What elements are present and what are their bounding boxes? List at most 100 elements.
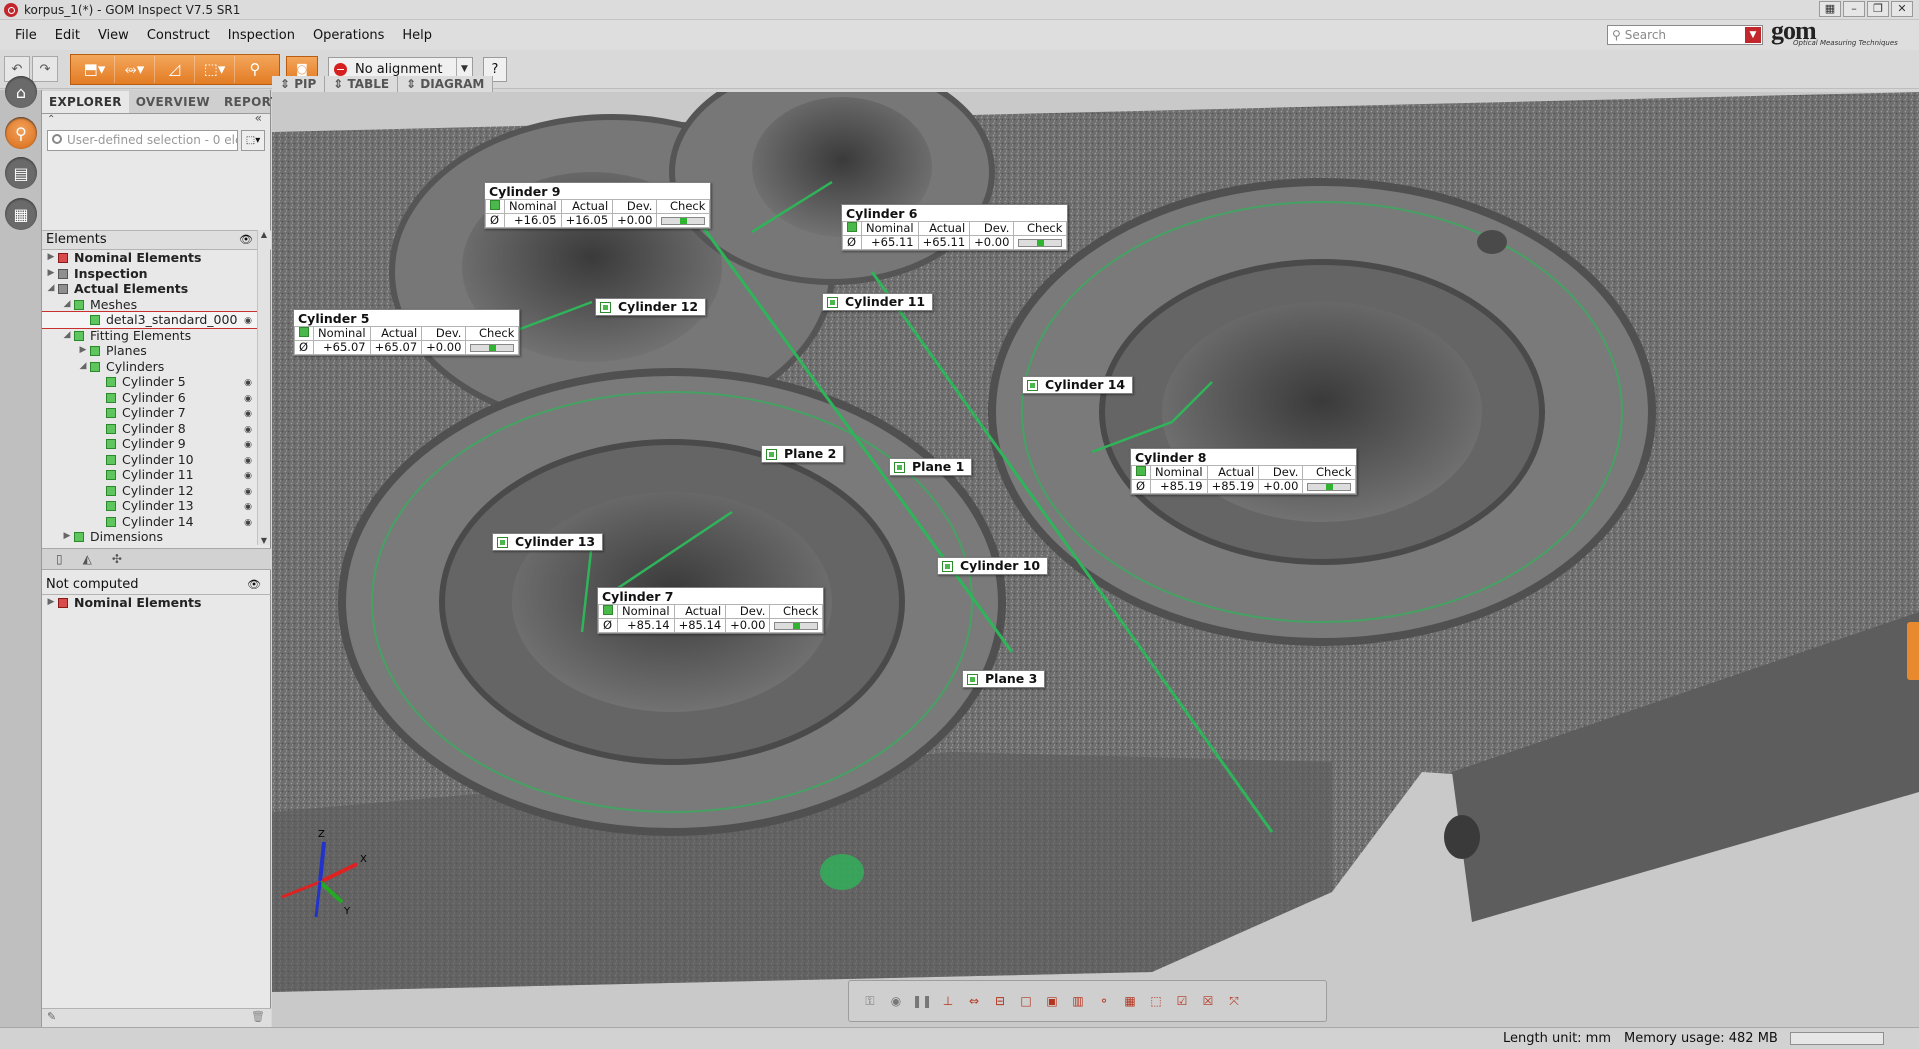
selection-input[interactable]: User-defined selection - 0 elements (47, 130, 238, 151)
restore-button[interactable]: ❐ (1867, 1, 1889, 17)
tree-item-nominal-elements[interactable]: ▶ Nominal Elements (42, 250, 258, 266)
tab-table[interactable]: ⇕ TABLE (325, 76, 399, 92)
search-input[interactable]: ⚲ Search ▼ (1607, 25, 1763, 45)
eye-icon[interactable]: ◉ (242, 392, 254, 404)
menu-operations[interactable]: Operations (304, 28, 393, 43)
layout-icon[interactable]: ▦ (1819, 1, 1841, 17)
tree-item-cylinder-10[interactable]: Cylinder 10 ◉ (42, 452, 258, 468)
eye-icon[interactable]: ◉ (242, 469, 254, 481)
scroll-up-icon[interactable]: ▲ (258, 230, 270, 239)
tree-item-planes[interactable]: ▶ Planes (42, 343, 258, 359)
3d-viewport[interactable]: X Z Y Cylinder 9 Nominal Actual Dev. Check … (272, 92, 1919, 1027)
tree-item-cylinder-13[interactable]: Cylinder 13 ◉ (42, 498, 258, 514)
tree-item-actual-elements[interactable]: ◢ Actual Elements (42, 281, 258, 297)
selection-menu-button[interactable]: ⬚▾ (241, 130, 265, 151)
eye-icon[interactable]: ◉ (242, 423, 254, 435)
tag-cylinder-10[interactable]: Cylinder 10 (937, 557, 1049, 575)
grid-icon[interactable]: ▥ (1067, 990, 1089, 1012)
expand-icon[interactable]: ◢ (78, 359, 88, 375)
scroll-down-icon[interactable]: ▼ (258, 536, 270, 545)
check-icon[interactable]: ☑ (1171, 990, 1193, 1012)
tree-item-detal3-standard-000[interactable]: detal3_standard_000 ◉ (42, 311, 258, 329)
search-dropdown-icon[interactable]: ▼ (1745, 27, 1761, 43)
minimize-button[interactable]: – (1843, 1, 1865, 17)
close-button[interactable]: ✕ (1891, 1, 1913, 17)
tree-item-cylinder-5[interactable]: Cylinder 5 ◉ (42, 374, 258, 390)
report-workspace-icon[interactable]: ▤ (5, 157, 37, 189)
collapse-up-icon[interactable]: ⌃ (47, 114, 55, 125)
expand-icon[interactable]: ◢ (62, 328, 72, 344)
record-icon[interactable]: ◉ (885, 990, 907, 1012)
zoom-tool-icon[interactable]: ⚲ (235, 56, 275, 83)
tree-item-meshes[interactable]: ◢ Meshes (42, 297, 258, 313)
expand-icon[interactable]: ▶ (62, 529, 72, 545)
expand-icon[interactable]: ▶ (46, 595, 56, 611)
cut-icon[interactable]: ⊟ (989, 990, 1011, 1012)
label-cylinder-5[interactable]: Cylinder 5 Nominal Actual Dev. Check Ø +65.0… (293, 309, 521, 356)
chart-icon[interactable]: ▣ (1041, 990, 1063, 1012)
tree-item-nominal-elements[interactable]: ▶ Nominal Elements (42, 595, 271, 611)
tree-item-cylinder-7[interactable]: Cylinder 7 ◉ (42, 405, 258, 421)
grid-workspace-icon[interactable]: ▦ (5, 198, 37, 230)
eye-icon[interactable]: ◉ (242, 407, 254, 419)
menu-help[interactable]: Help (393, 28, 441, 43)
tab-pip[interactable]: ⇕ PIP (272, 76, 326, 92)
fit-tool-icon[interactable]: ⥈▾ (115, 55, 155, 83)
tab-overview[interactable]: OVERVIEW (129, 91, 217, 113)
tree-item-fitting-elements[interactable]: ◢ Fitting Elements (42, 328, 258, 344)
side-panel-handle[interactable] (1907, 622, 1919, 680)
expand-icon[interactable]: ▶ (78, 343, 88, 359)
redo-button[interactable]: ↷ (32, 56, 58, 82)
tree-item-cylinder-8[interactable]: Cylinder 8 ◉ (42, 421, 258, 437)
chart-tool-icon[interactable]: ◿ (155, 55, 195, 83)
menu-view[interactable]: View (89, 28, 138, 43)
inspect-workspace-icon[interactable]: ⚲ (5, 117, 37, 149)
label-cylinder-6[interactable]: Cylinder 6 Nominal Actual Dev. Check Ø +65.1… (841, 204, 1069, 251)
tree-item-cylinder-12[interactable]: Cylinder 12 ◉ (42, 483, 258, 499)
eye-icon[interactable]: ◉ (242, 438, 254, 450)
menu-construct[interactable]: Construct (138, 28, 219, 43)
eye-icon[interactable]: ◉ (242, 376, 254, 388)
uncheck-icon[interactable]: ☒ (1197, 990, 1219, 1012)
eye-icon[interactable]: ◉ (242, 314, 254, 326)
tag-cylinder-13[interactable]: Cylinder 13 (492, 533, 604, 551)
tag-plane-3[interactable]: Plane 3 (962, 670, 1046, 688)
expand-icon[interactable]: ◢ (46, 281, 56, 297)
pause-icon[interactable]: ❚❚ (911, 990, 933, 1012)
tag-cylinder-11[interactable]: Cylinder 11 (822, 293, 934, 311)
eye-icon[interactable]: ◉ (242, 485, 254, 497)
label-cylinder-7[interactable]: Cylinder 7 Nominal Actual Dev. Check Ø +85.1… (597, 587, 825, 634)
expand-icon[interactable]: ▶ (46, 266, 56, 282)
tree-item-dimensions[interactable]: ▶ Dimensions (42, 529, 258, 545)
tree-item-cylinder-14[interactable]: Cylinder 14 ◉ (42, 514, 258, 530)
construct-tool-icon[interactable]: ⬒▾ (75, 55, 115, 83)
tab-explorer[interactable]: EXPLORER (42, 91, 129, 113)
eye-icon[interactable]: ◉ (242, 516, 254, 528)
tree-scrollbar[interactable]: ▲ ▼ (257, 230, 270, 545)
tab-diagram[interactable]: ⇕ DIAGRAM (398, 76, 494, 92)
tag-cylinder-12[interactable]: Cylinder 12 (595, 298, 707, 316)
eye-icon[interactable]: 👁 (247, 575, 261, 594)
label-cylinder-9[interactable]: Cylinder 9 Nominal Actual Dev. Check Ø +16.0… (484, 182, 712, 229)
eye-icon[interactable]: 👁 (239, 231, 253, 249)
tree-item-cylinders[interactable]: ◢ Cylinders (42, 359, 258, 375)
tag-cylinder-14[interactable]: Cylinder 14 (1022, 376, 1134, 394)
tag-plane-2[interactable]: Plane 2 (761, 445, 845, 463)
labels-icon[interactable]: ◭ (83, 552, 92, 566)
properties-icon[interactable]: ▯ (56, 552, 63, 566)
tree-item-cylinder-9[interactable]: Cylinder 9 ◉ (42, 436, 258, 452)
label-cylinder-8[interactable]: Cylinder 8 Nominal Actual Dev. Check Ø +85.1… (1130, 448, 1358, 495)
menu-edit[interactable]: Edit (46, 28, 89, 43)
plane-icon[interactable]: ⊥ (937, 990, 959, 1012)
box-icon[interactable]: □ (1015, 990, 1037, 1012)
expand-icon[interactable]: ▶ (46, 250, 56, 266)
expand-icon[interactable]: ⤧ (1223, 990, 1245, 1012)
menu-file[interactable]: File (6, 28, 46, 43)
tree-item-cylinder-11[interactable]: Cylinder 11 ◉ (42, 467, 258, 483)
lock-icon[interactable]: ⚿ (859, 990, 881, 1012)
filter-icon[interactable]: ✣ (112, 552, 122, 566)
label-tool-icon[interactable]: ⬚▾ (195, 55, 235, 83)
tag-plane-1[interactable]: Plane 1 (889, 458, 973, 476)
points-icon[interactable]: ⚬ (1093, 990, 1115, 1012)
delete-icon[interactable]: 🗑 (251, 1010, 265, 1023)
